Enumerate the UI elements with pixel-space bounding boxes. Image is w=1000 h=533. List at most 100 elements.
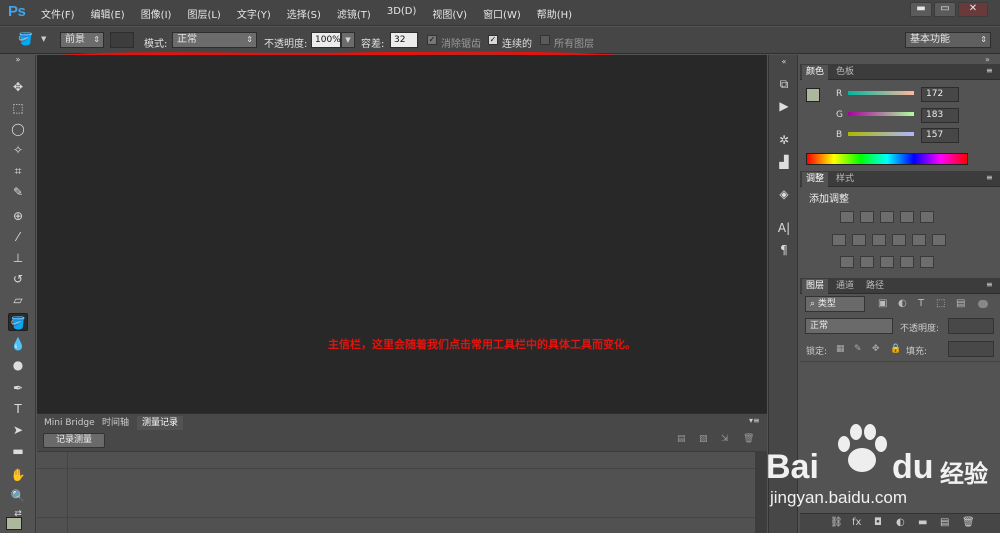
b-value-input[interactable]: 157 [921,128,959,143]
brightness-adjust-icon[interactable] [840,211,854,223]
filter-type-icon[interactable]: T [918,298,924,309]
tab-measurement-log[interactable]: 测量记录 [137,416,184,430]
color-balance-adjust-icon[interactable] [852,234,866,246]
tab-timeline[interactable]: 时间轴 [97,416,134,430]
fill-input[interactable] [948,341,994,357]
shape-icon[interactable]: ▬ [8,442,28,460]
layer-opacity-input[interactable] [948,318,994,334]
paw-toe [838,436,850,452]
gradient-map-adjust-icon[interactable] [920,256,934,268]
color-spectrum-bar[interactable] [806,153,968,165]
measurement-table [37,451,755,533]
eyedropper-icon[interactable]: ✎ [8,183,28,201]
crop-icon[interactable]: ⌗ [8,162,28,180]
tab-adjustments[interactable]: 调整 [802,172,829,187]
trash-icon[interactable]: 🗑 [743,434,754,444]
fill-label: 填充: [906,347,928,357]
dodge-icon[interactable]: ● [8,356,28,374]
collapse-panels-icon[interactable]: » [985,55,990,64]
tab-styles[interactable]: 样式 [832,172,858,187]
watermark-brand: Bai [766,448,819,486]
tab-color[interactable]: 颜色 [802,65,829,80]
document-canvas[interactable] [37,55,767,413]
fg-color-swatch[interactable] [806,88,820,102]
photo-filter-adjust-icon[interactable] [892,234,906,246]
paint-bucket-icon[interactable]: 🪣 [8,313,28,331]
brush-icon[interactable]: ⁄ [8,228,28,246]
threshold-adjust-icon[interactable] [880,256,894,268]
foreground-color-swatch[interactable] [6,517,22,530]
layer-filter-value: 类型 [817,299,836,309]
r-value-input[interactable]: 172 [921,87,959,102]
lock-image-icon[interactable]: ✎ [854,344,862,354]
character-panel-icon[interactable]: A| [775,219,793,237]
lasso-icon[interactable]: ◯ [8,120,28,138]
tab-swatches[interactable]: 色板 [832,65,858,80]
annotation-text: 主信栏，这里会随着我们点击常用工具栏中的具体工具而变化。 [328,338,636,351]
move-icon[interactable]: ✥ [8,78,28,96]
history-brush-icon[interactable]: ↺ [8,270,28,288]
channel-mixer-adjust-icon[interactable] [912,234,926,246]
layer-filter-select[interactable]: ⌕ 类型 [805,296,865,312]
baidu-watermark: Bai du 经验 jingyan.baidu.com [766,420,996,520]
panel-menu-icon[interactable]: ≡ [986,66,993,75]
panel-menu-icon[interactable]: ▾≡ [749,416,760,425]
watermark-url: jingyan.baidu.com [770,488,908,507]
deselect-icon[interactable]: ▧ [699,434,708,444]
marquee-icon[interactable]: ⬚ [8,99,28,117]
actions-panel-icon[interactable]: ▶ [775,97,793,115]
hand-icon[interactable]: ✋ [8,466,28,484]
brush-panel-icon[interactable]: ✲ [775,131,793,149]
color-lookup-adjust-icon[interactable] [932,234,946,246]
tab-layers[interactable]: 图层 [802,279,829,294]
select-all-icon[interactable]: ▤ [677,434,686,444]
healing-icon[interactable]: ⊕ [8,207,28,225]
watermark-cn: 经验 [940,460,988,488]
path-select-icon[interactable]: ➤ [8,421,28,439]
lock-position-icon[interactable]: ✥ [872,344,880,354]
tab-paths[interactable]: 路径 [862,279,888,294]
magic-wand-icon[interactable]: ✧ [8,141,28,159]
eraser-icon[interactable]: ▱ [8,291,28,309]
b-label: B [836,130,843,140]
adjust-panel-title: 添加调整 [809,194,849,205]
filter-adjust-icon[interactable]: ◐ [898,298,907,309]
r-slider[interactable] [848,91,914,95]
invert-adjust-icon[interactable] [840,256,854,268]
tab-channels[interactable]: 通道 [832,279,858,294]
collapse-icon[interactable]: » [8,55,28,65]
tab-mini-bridge[interactable]: Mini Bridge [39,416,100,430]
bw-adjust-icon[interactable] [872,234,886,246]
exposure-adjust-icon[interactable] [900,211,914,223]
layer-comps-icon[interactable]: ◈ [775,185,793,203]
filter-shape-icon[interactable]: ⬚ [936,298,945,309]
filter-smart-icon[interactable]: ▤ [956,298,965,309]
lock-all-icon[interactable]: 🔒 [890,344,901,354]
histogram-panel-icon[interactable]: ▟ [775,153,793,171]
panel-menu-icon[interactable]: ≡ [986,280,993,289]
export-icon[interactable]: ⇲ [721,434,729,444]
stamp-icon[interactable]: ⊥ [8,249,28,267]
type-icon[interactable]: T [8,400,28,418]
expand-icon[interactable]: « [775,57,793,67]
zoom-icon[interactable]: 🔍 [8,487,28,505]
filter-pixel-icon[interactable]: ▣ [878,298,887,309]
blur-icon[interactable]: 💧 [8,335,28,353]
vibrance-adjust-icon[interactable] [920,211,934,223]
g-value-input[interactable]: 183 [921,108,959,123]
record-measurement-button[interactable]: 记录测量 [43,433,105,448]
hue-sat-adjust-icon[interactable] [832,234,846,246]
history-panel-icon[interactable]: ⧉ [775,75,793,93]
posterize-adjust-icon[interactable] [860,256,874,268]
curves-adjust-icon[interactable] [880,211,894,223]
layer-blend-select[interactable]: 正常 [805,318,893,334]
g-slider[interactable] [848,112,914,116]
selective-color-adjust-icon[interactable] [900,256,914,268]
lock-transparent-icon[interactable]: ▦ [836,344,845,354]
panel-menu-icon[interactable]: ≡ [986,173,993,182]
levels-adjust-icon[interactable] [860,211,874,223]
pen-icon[interactable]: ✒ [8,379,28,397]
b-slider[interactable] [848,132,914,136]
paragraph-panel-icon[interactable]: ¶ [775,241,793,259]
filter-toggle[interactable] [978,300,988,308]
